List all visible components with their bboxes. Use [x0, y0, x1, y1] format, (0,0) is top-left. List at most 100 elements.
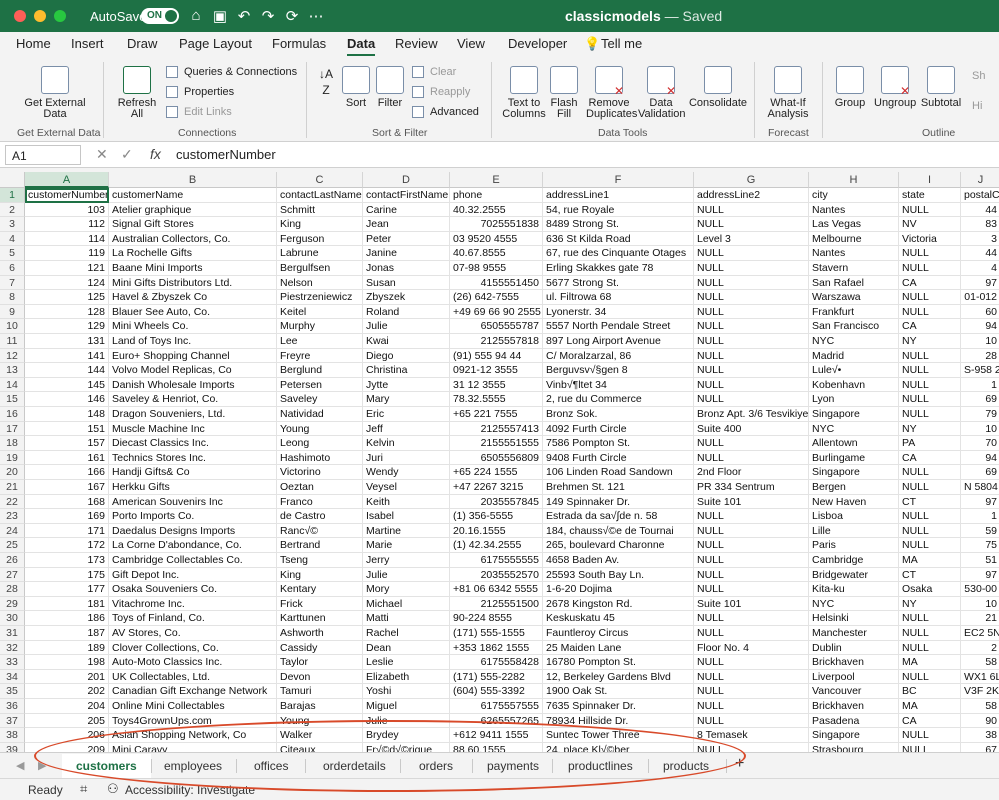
table-cell[interactable]: NULL — [899, 640, 961, 656]
row-header[interactable]: 21 — [0, 480, 25, 495]
table-cell[interactable]: Zbyszek — [363, 290, 450, 305]
column-header-e[interactable]: E — [450, 172, 543, 188]
table-cell[interactable]: Dean — [363, 640, 450, 656]
accessibility-icon[interactable]: ⚇ — [107, 781, 119, 797]
table-cell[interactable]: NULL — [694, 261, 809, 276]
tell-me-search[interactable]: Tell me — [601, 36, 642, 51]
save-icon[interactable]: ▣ — [210, 7, 230, 25]
header-cell[interactable]: phone — [450, 188, 543, 203]
name-box[interactable]: A1 — [5, 145, 81, 165]
table-cell[interactable]: NULL — [694, 304, 809, 320]
table-cell[interactable]: 6175557555 — [450, 699, 543, 714]
column-header-h[interactable]: H — [809, 172, 899, 188]
table-cell[interactable]: Kobenhavn — [809, 377, 899, 393]
table-cell[interactable]: 1900 Oak St. — [543, 684, 694, 699]
formula-input[interactable]: customerNumber — [176, 147, 276, 162]
table-cell[interactable]: 94 — [961, 451, 999, 466]
table-cell[interactable]: NULL — [899, 304, 961, 320]
table-cell[interactable]: 31 12 3555 — [450, 377, 543, 393]
table-cell[interactable]: 03 9520 4555 — [450, 231, 543, 247]
header-cell[interactable]: postalC — [961, 188, 999, 203]
hide-detail-button[interactable]: Hi — [972, 100, 982, 112]
table-cell[interactable]: NYC — [809, 596, 899, 612]
enter-icon[interactable]: ✓ — [121, 146, 133, 163]
tab-view[interactable]: View — [457, 36, 485, 51]
table-cell[interactable]: +65 224 1555 — [450, 465, 543, 480]
cancel-icon[interactable]: ✕ — [96, 146, 108, 163]
table-cell[interactable]: Online Mini Collectables — [109, 699, 277, 714]
repeat-icon[interactable]: ⟳ — [282, 7, 302, 25]
sort-ascending-button[interactable]: ↓A Z — [314, 66, 338, 98]
table-cell[interactable]: Berguvsv√§gen 8 — [543, 363, 694, 378]
table-cell[interactable]: 181 — [25, 596, 109, 612]
table-cell[interactable]: NULL — [694, 348, 809, 364]
table-cell[interactable]: Stavern — [809, 261, 899, 276]
table-cell[interactable]: 4155551450 — [450, 275, 543, 291]
redo-icon[interactable]: ↷ — [258, 7, 278, 25]
table-cell[interactable]: Vancouver — [809, 684, 899, 699]
table-cell[interactable]: Dublin — [809, 640, 899, 656]
table-cell[interactable]: San Francisco — [809, 319, 899, 334]
get-external-data-button[interactable]: Get External Data — [22, 66, 88, 120]
tab-formulas[interactable]: Formulas — [272, 36, 326, 51]
table-cell[interactable]: Diego — [363, 348, 450, 364]
table-cell[interactable]: NULL — [694, 290, 809, 305]
row-header[interactable]: 28 — [0, 582, 25, 597]
table-cell[interactable]: Hashimoto — [277, 450, 363, 466]
flash-fill-button[interactable]: Flash Fill — [546, 66, 582, 120]
table-cell[interactable]: CA — [899, 275, 961, 291]
table-cell[interactable]: Freyre — [277, 348, 363, 364]
show-detail-button[interactable]: Sh — [972, 70, 985, 82]
table-cell[interactable]: Lule√• — [809, 363, 899, 378]
table-cell[interactable]: Murphy — [277, 319, 363, 334]
table-cell[interactable]: Asian Shopping Network, Co — [109, 728, 277, 743]
table-cell[interactable]: 2035557845 — [450, 494, 543, 510]
table-cell[interactable]: NULL — [694, 217, 809, 232]
table-cell[interactable]: Rachel — [363, 626, 450, 641]
table-cell[interactable]: (171) 555-2282 — [450, 669, 543, 685]
table-cell[interactable]: Dragon Souveniers, Ltd. — [109, 407, 277, 422]
table-cell[interactable]: Cassidy — [277, 640, 363, 656]
table-cell[interactable]: NULL — [694, 363, 809, 378]
table-cell[interactable]: Kentary — [277, 582, 363, 597]
table-cell[interactable]: PR 334 Sentrum — [694, 480, 809, 495]
table-cell[interactable]: Auto-Moto Classics Inc. — [109, 655, 277, 670]
table-cell[interactable]: Wendy — [363, 465, 450, 480]
table-cell[interactable]: NULL — [899, 363, 961, 378]
table-cell[interactable]: Matti — [363, 611, 450, 626]
table-cell[interactable]: Victoria — [899, 231, 961, 247]
table-cell[interactable]: NULL — [694, 699, 809, 714]
table-cell[interactable]: Singapore — [809, 407, 899, 422]
row-header[interactable]: 32 — [0, 640, 25, 656]
table-cell[interactable]: C/ Moralzarzal, 86 — [543, 348, 694, 364]
row-header[interactable]: 16 — [0, 407, 25, 422]
select-all-corner[interactable] — [0, 172, 25, 188]
table-cell[interactable]: 97 — [961, 568, 999, 583]
table-cell[interactable]: Pasadena — [809, 713, 899, 729]
table-cell[interactable]: NULL — [694, 742, 809, 752]
table-cell[interactable]: Madrid — [809, 348, 899, 364]
row-header[interactable]: 27 — [0, 567, 25, 583]
table-cell[interactable]: Jeff — [363, 421, 450, 437]
row-header[interactable]: 22 — [0, 494, 25, 510]
table-cell[interactable]: 2125557413 — [450, 421, 543, 437]
table-cell[interactable]: NULL — [694, 582, 809, 597]
table-cell[interactable]: CA — [899, 319, 961, 334]
table-cell[interactable]: 54, rue Royale — [543, 202, 694, 218]
table-cell[interactable]: (1) 356-5555 — [450, 509, 543, 524]
table-cell[interactable]: 0921-12 3555 — [450, 363, 543, 378]
table-cell[interactable]: 20.16.1555 — [450, 523, 543, 539]
table-cell[interactable]: Volvo Model Replicas, Co — [109, 363, 277, 378]
table-cell[interactable]: (1) 42.34.2555 — [450, 538, 543, 553]
table-cell[interactable]: Ferguson — [277, 231, 363, 247]
table-cell[interactable]: Jean — [363, 217, 450, 232]
table-cell[interactable]: Euro+ Shopping Channel — [109, 348, 277, 364]
tab-developer[interactable]: Developer — [508, 36, 567, 51]
table-cell[interactable]: Peter — [363, 231, 450, 247]
table-cell[interactable]: Nelson — [277, 275, 363, 291]
table-cell[interactable]: Singapore — [809, 728, 899, 743]
sheet-tab-productlines[interactable]: productlines — [568, 759, 633, 773]
table-cell[interactable]: 7025551838 — [450, 217, 543, 232]
subtotal-button[interactable]: Subtotal — [920, 66, 962, 109]
table-cell[interactable]: 125 — [25, 290, 109, 305]
